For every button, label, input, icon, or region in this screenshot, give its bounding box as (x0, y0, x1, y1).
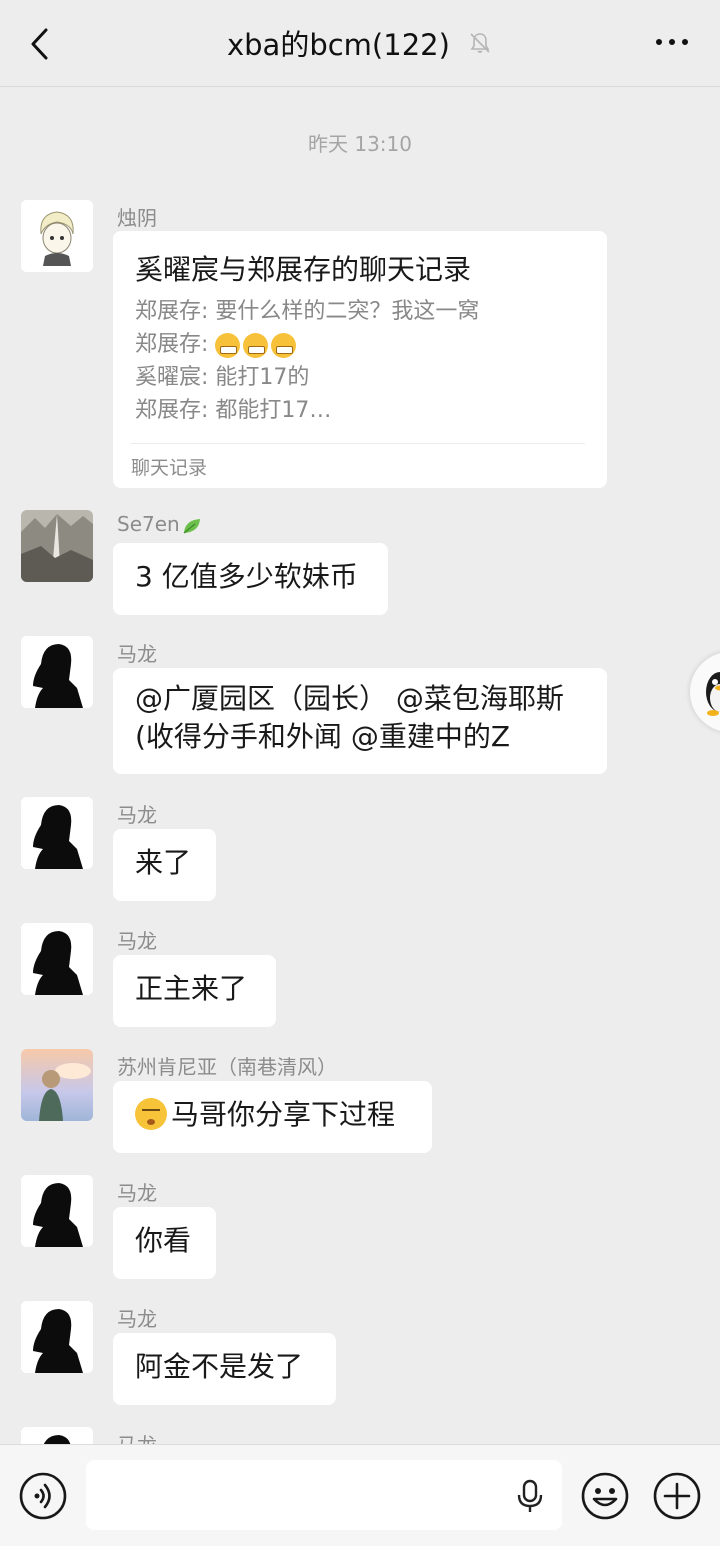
message-text: 马哥你分享下过程 (171, 1098, 396, 1131)
message-bubble[interactable]: 来了 (113, 829, 216, 901)
card-line: 郑展存: 要什么样的二突？我这一窝 (135, 299, 480, 324)
chat-history-card[interactable]: 奚曜宸与郑展存的聊天记录 郑展存: 要什么样的二突？我这一窝 郑展存: 奚曜宸:… (113, 231, 607, 488)
sender-name: 马龙 (117, 803, 157, 827)
input-bar (0, 1444, 720, 1546)
message-bubble[interactable]: 3 亿值多少软妹币 (113, 543, 388, 615)
emoji-icon[interactable] (580, 1471, 630, 1521)
card-preview: 郑展存: 要什么样的二突？我这一窝 郑展存: 奚曜宸: 能打17的 郑展存: 都… (135, 295, 585, 427)
floating-window-tab[interactable] (690, 652, 720, 732)
card-line: 郑展存: 都能打17… (135, 398, 332, 423)
message-bubble[interactable]: 阿金不是发了 (113, 1333, 336, 1405)
sender-name: Se7en (117, 512, 203, 536)
voice-mode-icon[interactable] (18, 1471, 68, 1521)
message-timestamp: 昨天 13:10 (308, 132, 412, 156)
grinning-emoji-icon (215, 332, 241, 358)
card-line-emoji: 郑展存: (135, 328, 585, 361)
avatar[interactable] (21, 200, 93, 272)
mute-bell-icon (470, 33, 490, 53)
sender-name: 马龙 (117, 1307, 157, 1331)
microphone-icon[interactable] (516, 1479, 544, 1513)
card-line: 奚曜宸: 能打17的 (135, 365, 310, 390)
avatar[interactable] (21, 1301, 93, 1373)
add-more-icon[interactable] (652, 1471, 702, 1521)
message-line: (收得分手和外闻 @重建中的Z (135, 720, 511, 753)
message-bubble[interactable]: 你看 (113, 1207, 216, 1279)
card-divider (131, 443, 585, 444)
card-line-text: 郑展存: (135, 332, 216, 357)
grinning-emoji-icon (271, 332, 297, 358)
card-title: 奚曜宸与郑展存的聊天记录 (135, 253, 472, 286)
message-line: @广厦园区（园长） @菜包海耶斯 (135, 682, 564, 715)
message-input[interactable] (86, 1460, 562, 1530)
avatar[interactable] (21, 923, 93, 995)
more-options-icon[interactable] (654, 34, 690, 50)
avatar[interactable] (21, 636, 93, 708)
sender-name: 马龙 (117, 1181, 157, 1205)
avatar[interactable] (21, 1049, 93, 1121)
grinning-emoji-icon (243, 332, 269, 358)
card-footer: 聊天记录 (131, 457, 208, 479)
leaf-icon (183, 518, 200, 533)
avatar[interactable] (21, 797, 93, 869)
message-bubble[interactable]: 马哥你分享下过程 (113, 1081, 432, 1153)
sender-name: 马龙 (117, 642, 157, 666)
sleepy-emoji-icon (135, 1098, 167, 1130)
sender-name: 烛阴 (117, 206, 157, 230)
title-area: xba的bcm(122) (0, 22, 720, 64)
avatar[interactable] (21, 510, 93, 582)
sender-name: 马龙 (117, 929, 157, 953)
sender-name: 苏州肯尼亚（南巷清风） (117, 1055, 337, 1079)
message-bubble[interactable]: 正主来了 (113, 955, 276, 1027)
chat-title: xba的bcm(122) (226, 28, 450, 62)
penguin-icon (706, 672, 720, 716)
message-bubble[interactable]: @广厦园区（园长） @菜包海耶斯 (收得分手和外闻 @重建中的Z (113, 668, 607, 774)
sender-text: Se7en (117, 512, 180, 536)
avatar[interactable] (21, 1175, 93, 1247)
chat-header: xba的bcm(122) (0, 0, 720, 87)
